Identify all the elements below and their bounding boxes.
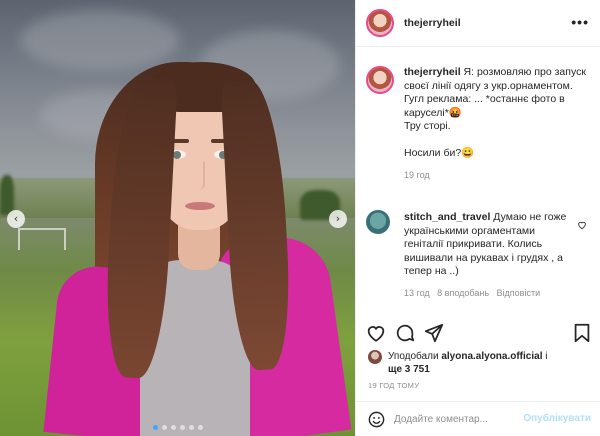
comment-icon[interactable]: [394, 322, 416, 344]
carousel-dot[interactable]: [170, 425, 176, 430]
comment-username[interactable]: stitch_and_travel: [404, 211, 490, 223]
liker-avatar[interactable]: [368, 350, 382, 364]
post-photo[interactable]: ‹ ›: [0, 0, 355, 436]
comment-like-heart-icon[interactable]: [577, 220, 587, 230]
post-side-panel: thejerryheil ••• thejerryheil Я: розмовл…: [355, 0, 600, 436]
nose: [197, 162, 205, 190]
comment: stitch_and_travel Думаю не гоже українсь…: [404, 211, 576, 300]
caption-line: Тру сторі.: [404, 120, 451, 132]
share-icon[interactable]: [423, 322, 445, 344]
action-bar: [356, 322, 600, 346]
chevron-left-icon[interactable]: ‹: [7, 210, 25, 228]
comments-section: thejerryheil Я: розмовляю про запуск сво…: [356, 48, 600, 320]
football-goal: [18, 228, 66, 250]
commenter-avatar[interactable]: [366, 210, 390, 234]
chevron-right-icon[interactable]: ›: [329, 210, 347, 228]
tree: [0, 175, 14, 215]
comment-likes[interactable]: 8 вподобань: [437, 288, 489, 298]
liked-by-and: і: [545, 351, 548, 362]
more-options-icon[interactable]: •••: [571, 14, 589, 30]
liked-by-user[interactable]: alyona.alyona.official: [441, 351, 542, 362]
carousel-dot[interactable]: [179, 425, 185, 430]
carousel-dot[interactable]: [188, 425, 194, 430]
liked-by-others[interactable]: ще 3 751: [388, 364, 430, 375]
publish-button[interactable]: Опублікувати: [523, 413, 591, 424]
cloud: [20, 10, 180, 70]
carousel-dots: [0, 425, 355, 430]
liked-by-prefix: Уподобали: [388, 351, 439, 362]
post-header: thejerryheil •••: [356, 0, 600, 47]
caption-time[interactable]: 19 год: [404, 169, 589, 183]
emoji-icon[interactable]: [367, 410, 386, 429]
carousel-dot[interactable]: [197, 425, 203, 430]
caption-username[interactable]: thejerryheil: [404, 66, 461, 78]
lips: [185, 202, 215, 210]
caption: thejerryheil Я: розмовляю про запуск сво…: [404, 66, 589, 183]
add-comment-bar: Опублікувати: [356, 401, 600, 436]
reply-button[interactable]: Відповісти: [497, 288, 541, 298]
heart-icon[interactable]: [365, 322, 387, 344]
post-author-username[interactable]: thejerryheil: [404, 17, 461, 29]
comment-input[interactable]: [394, 411, 534, 427]
comment-time[interactable]: 13 год: [404, 288, 430, 298]
avatar[interactable]: [366, 9, 394, 37]
bookmark-icon[interactable]: [571, 322, 593, 344]
carousel-dot[interactable]: [152, 425, 158, 430]
caption-line: Гугл реклама: ... *останнє фото в карусе…: [404, 93, 565, 119]
carousel-dot[interactable]: [161, 425, 167, 430]
caption-avatar[interactable]: [366, 66, 394, 94]
caption-line: Носили би?😀: [404, 146, 475, 159]
likes-summary: Уподобали alyona.alyona.official і ще 3 …: [368, 350, 593, 376]
post-timestamp[interactable]: 19 ГОД ТОМУ: [368, 381, 419, 390]
